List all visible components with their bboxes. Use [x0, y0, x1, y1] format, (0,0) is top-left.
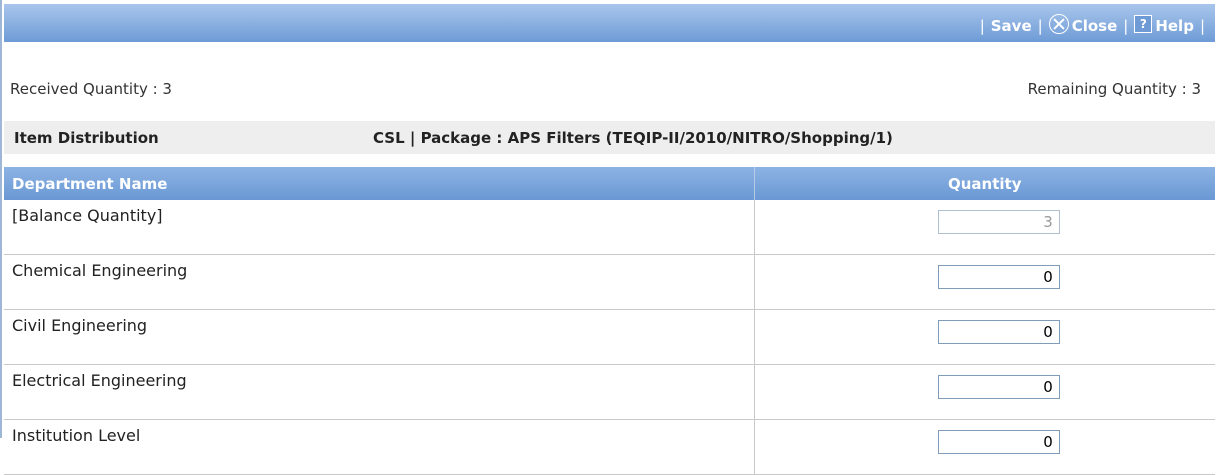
department-name: Institution Level [4, 419, 755, 475]
department-name: [Balance Quantity] [4, 200, 755, 255]
quantity-input[interactable] [937, 265, 1060, 289]
quantity-cell [754, 419, 1215, 475]
quantity-input[interactable] [937, 375, 1060, 399]
table-row: Electrical Engineering [4, 364, 1215, 420]
balance-quantity-field [937, 210, 1060, 234]
column-header-quantity: Quantity [754, 167, 1215, 200]
table-row: [Balance Quantity] [4, 200, 1215, 255]
toolbar-separator: | [1123, 17, 1129, 35]
package-info: CSL | Package : APS Filters (TEQIP-II/20… [373, 129, 893, 147]
help-button[interactable]: ? Help [1134, 15, 1194, 35]
table-row: Civil Engineering [4, 309, 1215, 365]
save-button[interactable]: Save [991, 17, 1032, 35]
distribution-table: Department Name Quantity [Balance Quanti… [4, 167, 1215, 475]
quantity-input[interactable] [937, 320, 1060, 344]
quantity-cell [754, 254, 1215, 310]
distribution-panel: | Save | Close | ? Help | Received Quant… [0, 0, 1215, 475]
table-row: Chemical Engineering [4, 254, 1215, 310]
quantity-cell [754, 200, 1215, 255]
close-icon [1048, 14, 1069, 34]
quantity-cell [754, 364, 1215, 420]
department-name: Civil Engineering [4, 309, 755, 365]
close-button[interactable]: Close [1048, 14, 1118, 36]
section-title: Item Distribution [14, 129, 159, 147]
table-header-row: Department Name Quantity [4, 167, 1215, 200]
quantity-input[interactable] [937, 430, 1060, 454]
close-label: Close [1071, 17, 1118, 35]
save-label: Save [990, 17, 1032, 35]
section-header: Item Distribution CSL | Package : APS Fi… [4, 121, 1215, 154]
received-quantity: Received Quantity : 3 [10, 80, 172, 98]
table-row: Institution Level [4, 419, 1215, 475]
department-name: Chemical Engineering [4, 254, 755, 310]
help-label: Help [1155, 17, 1194, 35]
toolbar-separator: | [1199, 17, 1205, 35]
quantity-cell [754, 309, 1215, 365]
help-icon: ? [1134, 15, 1153, 33]
toolbar: | Save | Close | ? Help | [4, 4, 1215, 42]
toolbar-buttons: | Save | Close | ? Help | [974, 14, 1211, 36]
toolbar-separator: | [979, 17, 985, 35]
remaining-quantity: Remaining Quantity : 3 [1027, 80, 1201, 98]
toolbar-separator: | [1037, 17, 1043, 35]
column-header-department: Department Name [4, 167, 755, 200]
department-name: Electrical Engineering [4, 364, 755, 420]
